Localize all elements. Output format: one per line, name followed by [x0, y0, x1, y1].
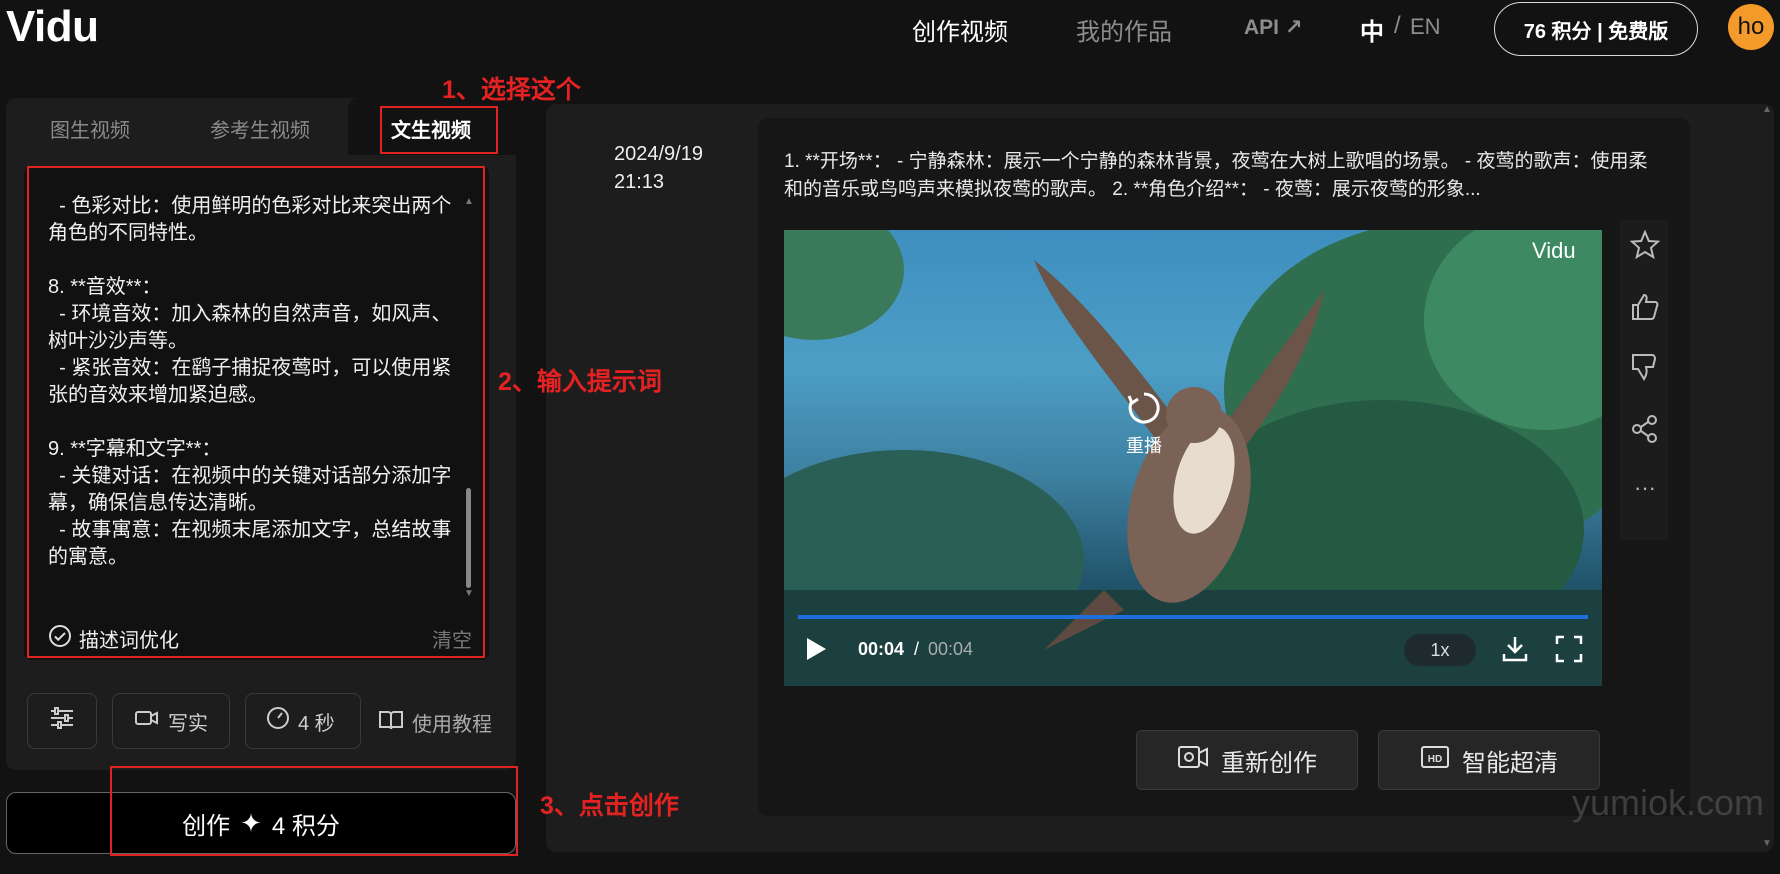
hd-icon: HD — [1420, 744, 1450, 777]
style-button[interactable]: 写实 — [112, 693, 230, 749]
annotation-step2: 2、输入提示词 — [498, 368, 662, 396]
tab-image-to-video[interactable]: 图生视频 — [50, 114, 130, 143]
annotation-step3: 3、点击创作 — [540, 792, 679, 820]
annotation-box-tab — [380, 106, 498, 154]
nav-my-works[interactable]: 我的作品 — [1076, 12, 1172, 47]
recreate-button[interactable]: 重新创作 — [1136, 730, 1358, 790]
lang-separator: / — [1394, 12, 1401, 39]
result-description: 1. **开场**： - 宁静森林：展示一个宁静的森林背景，夜莺在大树上歌唱的场… — [784, 151, 1648, 200]
progress-track[interactable] — [798, 615, 1588, 619]
recreate-label: 重新创作 — [1221, 749, 1317, 777]
video-player[interactable]: Vidu 重播 00:04 / 00:04 1x — [784, 230, 1602, 686]
nav-create-video[interactable]: 创作视频 — [912, 12, 1008, 47]
result-date: 2024/9/19 — [614, 143, 703, 165]
svg-text:HD: HD — [1428, 754, 1442, 765]
duration-label: 4 秒 — [298, 712, 335, 735]
recreate-icon — [1177, 744, 1209, 777]
sliders-icon — [49, 707, 75, 735]
settings-button[interactable] — [27, 693, 97, 749]
page-scroll-down-icon[interactable]: ▼ — [1762, 838, 1772, 849]
time-separator: / — [914, 639, 920, 659]
playback-speed[interactable]: 1x — [1404, 634, 1476, 666]
fullscreen-icon[interactable] — [1554, 634, 1584, 669]
annotation-box-prompt — [27, 166, 485, 658]
current-time: 00:04 — [858, 639, 905, 659]
tutorial-link[interactable]: 使用教程 — [378, 708, 492, 737]
duration-button[interactable]: 4 秒 — [245, 693, 361, 749]
play-icon[interactable] — [804, 636, 828, 667]
result-timestamp: 2024/9/19 21:13 — [614, 140, 703, 196]
book-icon — [378, 709, 404, 737]
lang-zh[interactable]: 中 — [1360, 12, 1384, 47]
site-watermark: yumiok.com — [1572, 782, 1765, 823]
timer-icon — [266, 706, 290, 736]
page-scroll-up-icon[interactable]: ▲ — [1762, 104, 1772, 115]
thumbs-up-icon[interactable] — [1630, 292, 1660, 322]
vidu-logo[interactable]: Vidu — [6, 2, 99, 52]
nav-api[interactable]: API ↗ — [1244, 15, 1302, 40]
credits-button[interactable]: 76 积分 | 免费版 — [1494, 2, 1698, 56]
avatar[interactable]: ho — [1728, 4, 1774, 50]
camera-icon — [134, 708, 160, 734]
star-icon[interactable] — [1629, 229, 1661, 260]
upscale-label: 智能超清 — [1462, 749, 1558, 777]
hd-upscale-button[interactable]: HD 智能超清 — [1378, 730, 1600, 790]
replay-label[interactable]: 重播 — [1126, 432, 1162, 458]
replay-icon[interactable] — [1126, 390, 1162, 426]
video-watermark: Vidu — [1532, 238, 1576, 263]
result-time: 21:13 — [614, 171, 665, 193]
tab-reference-to-video[interactable]: 参考生视频 — [210, 114, 310, 143]
share-icon[interactable] — [1630, 414, 1660, 444]
download-icon[interactable] — [1500, 634, 1530, 669]
annotation-box-create — [110, 766, 518, 856]
lang-en[interactable]: EN — [1410, 14, 1441, 40]
style-label: 写实 — [168, 712, 208, 735]
total-time: 00:04 — [928, 639, 974, 659]
progress-fill — [798, 615, 1588, 619]
thumbs-down-icon[interactable] — [1630, 352, 1660, 382]
annotation-step1: 1、选择这个 — [442, 76, 581, 104]
more-icon[interactable]: ··· — [1630, 477, 1660, 508]
tutorial-label: 使用教程 — [412, 714, 492, 736]
